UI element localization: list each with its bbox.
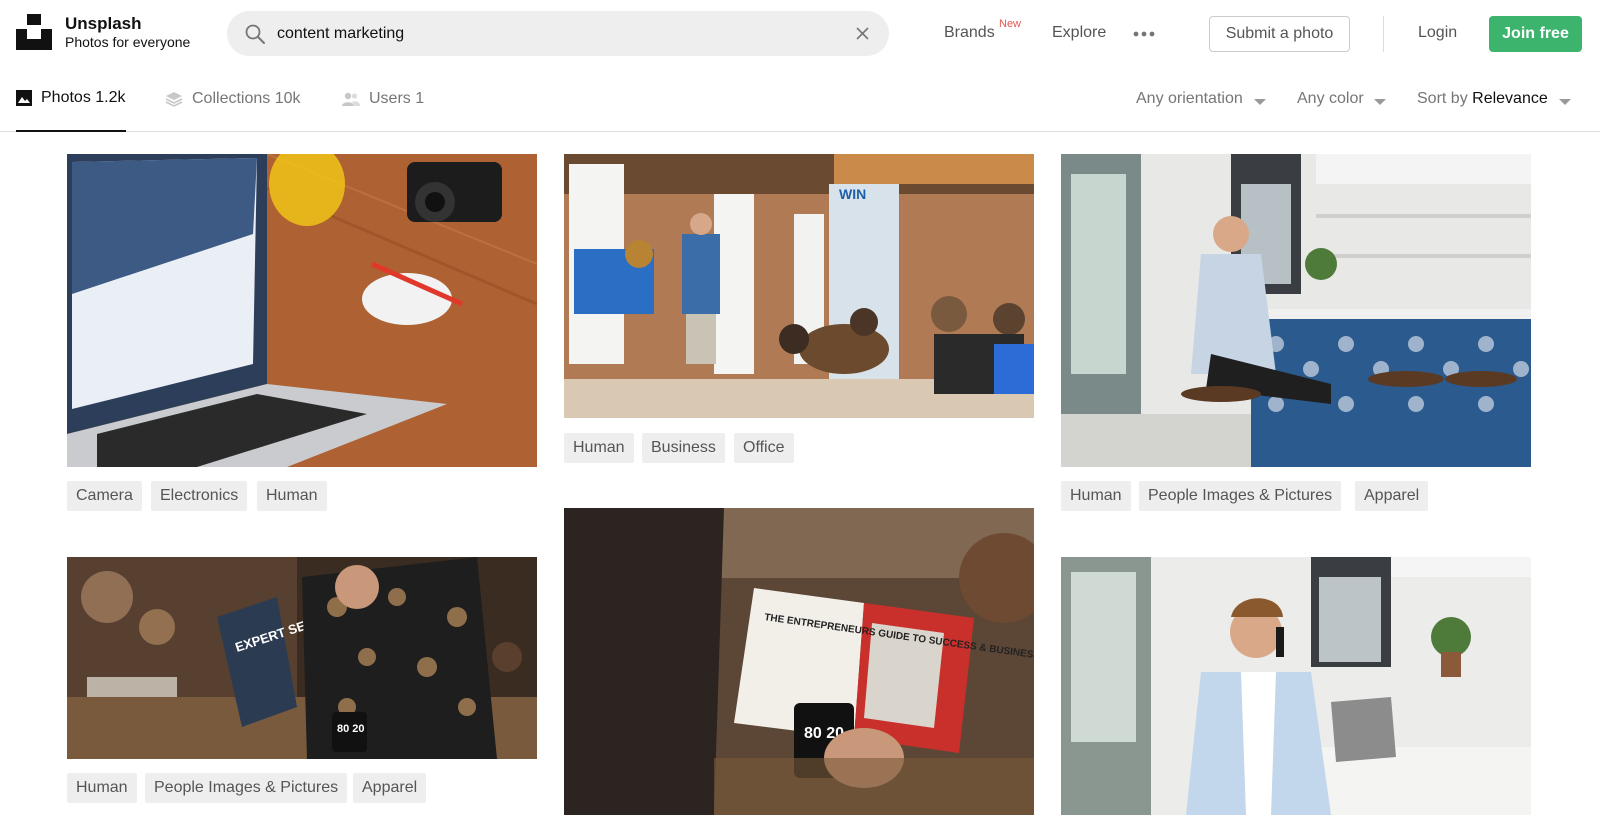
orientation-chevron-down-icon[interactable] [1254,99,1266,105]
login-link[interactable]: Login [1418,24,1457,42]
sort-prefix: Sort by [1417,90,1468,107]
tag-chip[interactable]: Business [642,433,725,463]
unsplash-logo-icon[interactable] [16,14,52,50]
mug-text: 80 20 [337,723,365,735]
color-chevron-down-icon[interactable] [1374,99,1386,105]
tag-chip[interactable]: Human [564,433,634,463]
brand-tagline: Photos for everyone [65,34,191,50]
tag-chip[interactable]: Apparel [1355,481,1429,511]
tag-chip[interactable]: People Images & Pictures [1139,481,1342,511]
sort-filter[interactable]: Sort by Relevance [1417,90,1548,108]
photo-man-bar-stool-image [1061,154,1531,467]
photo-magazine-mug-image: THE ENTREPRENEURS GUIDE TO SUCCESS & BUS… [564,508,1034,815]
top-header: Unsplash Photos for everyone Brands New … [0,0,1600,66]
more-options-icon[interactable] [1133,31,1155,37]
tab-photos-label: Photos 1.2k [41,89,126,106]
tag-chip[interactable]: People Images & Pictures [145,773,348,803]
photo-man-on-phone[interactable] [1061,557,1531,815]
tag-chip[interactable]: Human [67,773,137,803]
tab-collections-label: Collections 10k [192,90,301,107]
tag-chip[interactable]: Human [257,481,327,511]
collections-icon [165,92,183,107]
photo-man-reading-book[interactable]: EXPERT SECRETS 80 20 [67,557,537,759]
photo-man-on-phone-image [1061,557,1531,815]
photo-office-presentation[interactable]: WIN [564,154,1034,418]
tab-users[interactable]: Users 1 [342,66,424,132]
color-filter[interactable]: Any color [1297,90,1364,108]
photo-man-bar-stool[interactable] [1061,154,1531,467]
brand-name[interactable]: Unsplash [65,14,142,34]
new-badge: New [999,18,1022,30]
tab-users-label: Users 1 [369,90,425,107]
clear-search-icon[interactable] [854,25,871,42]
sort-chevron-down-icon[interactable] [1559,99,1571,105]
tag-chip[interactable]: Camera [67,481,142,511]
photo-man-reading-book-image: EXPERT SECRETS 80 20 [67,557,537,759]
search-input[interactable] [277,11,837,56]
image-icon [16,90,32,106]
photo-laptop-desk[interactable] [67,154,537,467]
nav-brands-link[interactable]: Brands [944,24,995,42]
tag-chip[interactable]: Apparel [353,773,427,803]
search-bar[interactable] [227,11,889,56]
tab-collections[interactable]: Collections 10k [165,66,301,132]
tag-chip[interactable]: Electronics [151,481,248,511]
tab-photos[interactable]: Photos 1.2k [16,66,126,132]
tag-chip[interactable]: Office [734,433,794,463]
tag-chip[interactable]: Human [1061,481,1131,511]
header-divider [1383,16,1384,52]
photo-magazine-mug[interactable]: THE ENTREPRENEURS GUIDE TO SUCCESS & BUS… [564,508,1034,815]
users-icon [342,92,360,106]
orientation-filter[interactable]: Any orientation [1136,90,1243,108]
sort-value: Relevance [1472,90,1548,107]
photo-office-presentation-image: WIN [564,154,1034,418]
submit-photo-button[interactable]: Submit a photo [1209,16,1350,52]
search-icon[interactable] [244,23,266,45]
nav-explore-link[interactable]: Explore [1052,24,1106,42]
photo-laptop-desk-image [67,154,537,467]
join-free-button[interactable]: Join free [1489,16,1582,52]
search-tabs-bar: Photos 1.2k Collections 10k Users 1 Any … [0,66,1600,132]
win-sign-text: WIN [839,186,866,202]
